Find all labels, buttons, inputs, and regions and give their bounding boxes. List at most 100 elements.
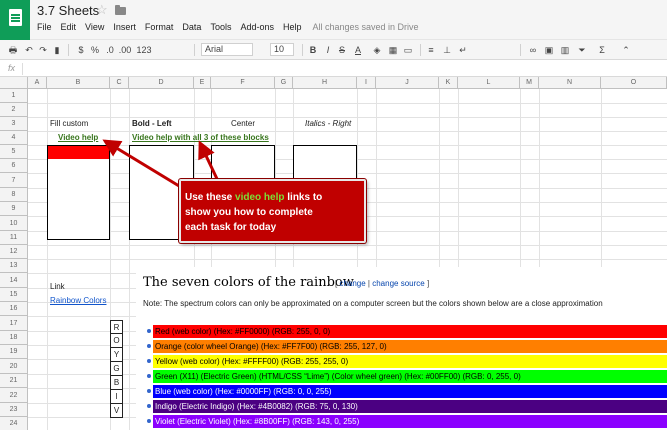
text-color-button[interactable]: A (352, 43, 364, 57)
column-header[interactable]: C (110, 77, 129, 89)
filter-icon[interactable]: ⏷ (576, 43, 588, 57)
cell-link-label[interactable]: Link (50, 281, 65, 293)
column-header[interactable]: H (293, 77, 357, 89)
letter-cell[interactable]: V (110, 404, 123, 418)
red-filled-cell[interactable] (48, 146, 109, 159)
folder-icon[interactable] (115, 5, 126, 15)
insert-chart-icon[interactable]: ▥ (560, 43, 570, 57)
insert-link-icon[interactable]: ∞ (528, 43, 538, 57)
borders-icon[interactable]: ▦ (388, 43, 398, 57)
letter-cell[interactable]: O (110, 334, 123, 348)
fill-custom-box[interactable] (47, 145, 110, 240)
column-header[interactable]: A (28, 77, 47, 89)
cell-bold-left[interactable]: Bold - Left (132, 118, 172, 130)
row-header[interactable]: 23 (0, 403, 28, 417)
row-header[interactable]: 8 (0, 188, 28, 202)
menu-tools[interactable]: Tools (210, 22, 231, 32)
menu-edit[interactable]: Edit (61, 22, 77, 32)
menu-file[interactable]: File (37, 22, 52, 32)
formula-bar[interactable]: fx (0, 61, 667, 77)
row-header[interactable]: 6 (0, 159, 28, 173)
column-header[interactable]: E (194, 77, 211, 89)
row-header[interactable]: 20 (0, 359, 28, 374)
row-header[interactable]: 7 (0, 173, 28, 188)
row-header[interactable]: 11 (0, 231, 28, 245)
row-header[interactable]: 13 (0, 259, 28, 273)
undo-icon[interactable]: ↶ (24, 43, 34, 57)
column-header[interactable]: M (520, 77, 539, 89)
italic-button[interactable]: I (323, 43, 333, 57)
cell-fill-custom[interactable]: Fill custom (50, 118, 88, 130)
font-select[interactable]: Arial (201, 43, 253, 56)
row-header[interactable]: 15 (0, 288, 28, 302)
row-header[interactable]: 17 (0, 316, 28, 331)
document-title[interactable]: 3.7 Sheets (37, 3, 99, 18)
percent-button[interactable]: % (90, 43, 100, 57)
row-header[interactable]: 5 (0, 145, 28, 159)
row-header[interactable]: 10 (0, 216, 28, 231)
letter-cell[interactable]: G (110, 362, 123, 376)
decrease-decimal-button[interactable]: .0 (104, 43, 116, 57)
column-header[interactable]: L (458, 77, 520, 89)
rainbow-image[interactable]: The seven colors of the rainbow [ change… (136, 267, 667, 430)
sheets-logo-icon[interactable] (0, 0, 30, 40)
column-header[interactable]: I (357, 77, 376, 89)
video-help-link[interactable]: Video help (58, 132, 98, 144)
column-header[interactable]: B (47, 77, 110, 89)
functions-icon[interactable]: Σ (596, 43, 608, 57)
column-header[interactable]: D (129, 77, 194, 89)
font-size-select[interactable]: 10 (270, 43, 294, 56)
print-icon[interactable]: 🖶 (8, 43, 18, 57)
row-header[interactable]: 14 (0, 273, 28, 288)
cell-center[interactable]: Center (231, 118, 255, 130)
column-header[interactable]: K (439, 77, 458, 89)
wrap-text-icon[interactable]: ↵ (458, 43, 468, 57)
strikethrough-button[interactable]: S (337, 43, 347, 57)
video-help-all-link[interactable]: Video help with all 3 of these blocks (132, 132, 269, 144)
menu-data[interactable]: Data (182, 22, 201, 32)
row-header[interactable]: 9 (0, 202, 28, 216)
menu-help[interactable]: Help (283, 22, 302, 32)
increase-decimal-button[interactable]: .00 (118, 43, 132, 57)
align-left-icon[interactable]: ≡ (426, 43, 436, 57)
paint-format-icon[interactable]: ▮ (52, 43, 62, 57)
currency-icon[interactable]: $ (76, 43, 86, 57)
row-header[interactable]: 18 (0, 331, 28, 345)
row-header[interactable]: 19 (0, 345, 28, 359)
rainbow-colors-link[interactable]: Rainbow Colors (50, 295, 106, 307)
collapse-toolbar-icon[interactable]: ⌃ (620, 43, 632, 57)
select-all-corner[interactable] (0, 77, 28, 89)
row-header[interactable]: 12 (0, 245, 28, 259)
spreadsheet-grid[interactable]: A B C D E F G H I J K L M N O 1 2 3 4 5 … (0, 77, 667, 430)
insert-comment-icon[interactable]: ▣ (544, 43, 554, 57)
cell-italics-right[interactable]: Italics - Right (305, 118, 351, 130)
fill-color-icon[interactable]: ◈ (372, 43, 382, 57)
column-header[interactable]: F (211, 77, 275, 89)
menu-addons[interactable]: Add-ons (240, 22, 274, 32)
align-vertical-icon[interactable]: ⊥ (442, 43, 452, 57)
more-formats-button[interactable]: 123 (134, 43, 154, 57)
redo-icon[interactable]: ↷ (38, 43, 48, 57)
row-header[interactable]: 2 (0, 103, 28, 117)
menu-view[interactable]: View (85, 22, 104, 32)
row-header[interactable]: 22 (0, 388, 28, 403)
menu-format[interactable]: Format (145, 22, 174, 32)
column-header[interactable]: G (275, 77, 293, 89)
row-header[interactable]: 4 (0, 131, 28, 145)
row-header[interactable]: 21 (0, 374, 28, 388)
row-header[interactable]: 1 (0, 89, 28, 103)
column-header[interactable]: O (601, 77, 667, 89)
star-icon[interactable]: ☆ (96, 2, 108, 18)
merge-cells-icon[interactable]: ▭ (403, 43, 413, 57)
column-header[interactable]: J (376, 77, 439, 89)
column-header[interactable]: N (539, 77, 601, 89)
row-header[interactable]: 3 (0, 117, 28, 131)
letter-cell[interactable]: B (110, 376, 123, 390)
row-header[interactable]: 16 (0, 302, 28, 316)
letter-cell[interactable]: Y (110, 348, 123, 362)
letter-cell[interactable]: I (110, 390, 123, 404)
row-header[interactable]: 24 (0, 417, 28, 430)
letter-cell[interactable]: R (110, 320, 123, 334)
bold-button[interactable]: B (308, 43, 318, 57)
menu-insert[interactable]: Insert (113, 22, 136, 32)
